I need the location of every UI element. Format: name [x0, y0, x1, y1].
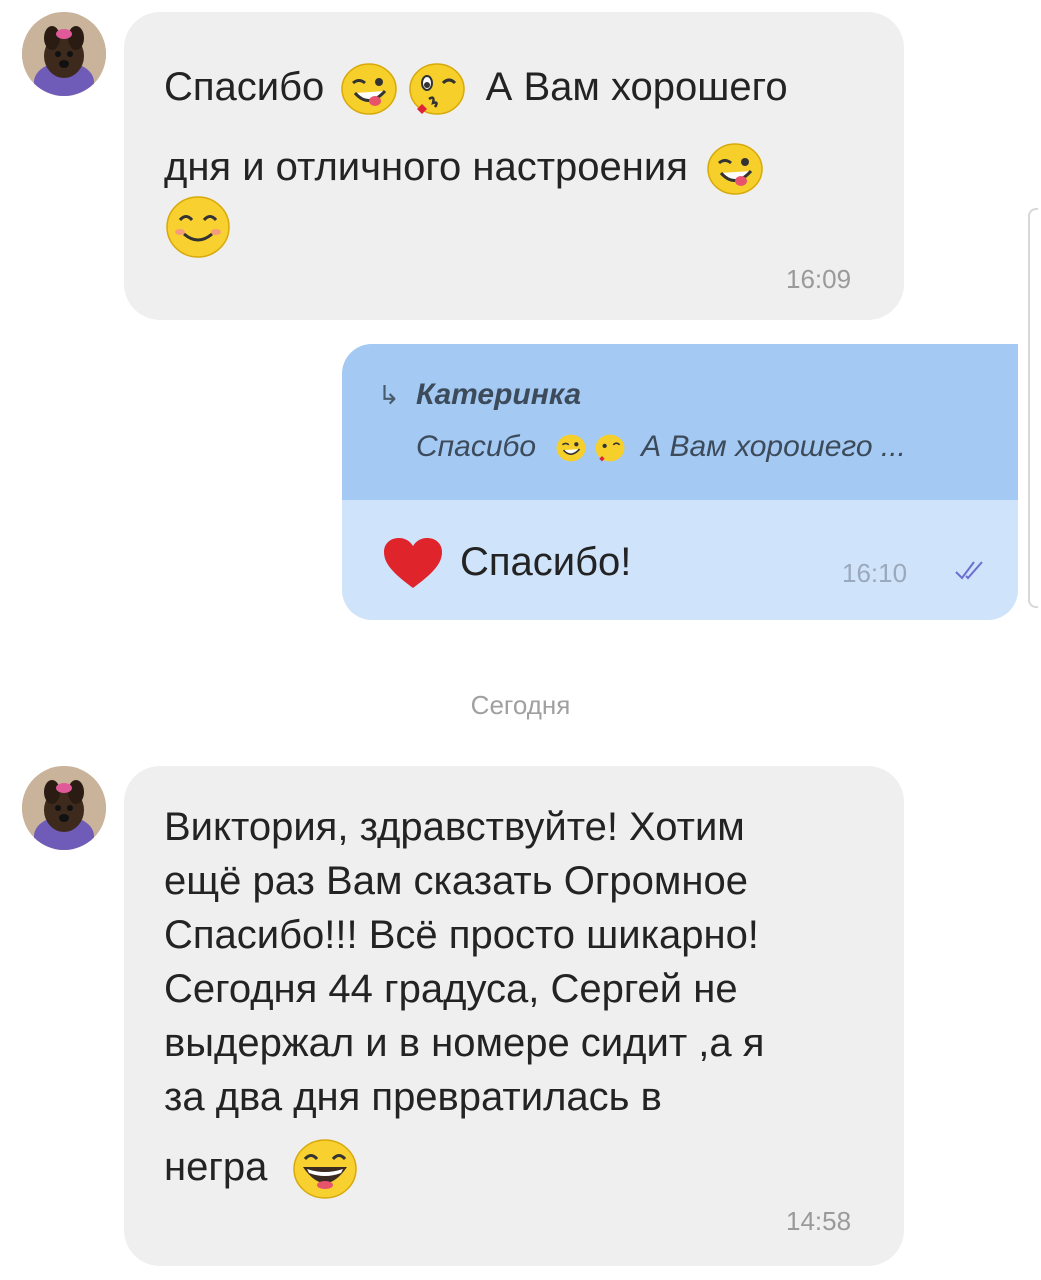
- laughing-face-emoji-icon: [292, 1139, 357, 1200]
- message-text-line: негра: [164, 1136, 357, 1200]
- dog-photo-avatar-icon: [22, 12, 106, 96]
- winking-tongue-face-emoji-icon: [341, 63, 398, 116]
- message-text-line: за два дня превратилась в: [164, 1075, 662, 1119]
- message-text-line: дня и отличного настроения: [164, 136, 763, 198]
- message-text-line: Спасибо!!! Всё просто шикарно!: [164, 913, 759, 957]
- message-text-part: дня и отличного настроения: [164, 145, 688, 189]
- reply-preview-text: А Вам хорошего ...: [641, 430, 906, 463]
- message-timestamp: 16:09: [786, 264, 852, 294]
- kissing-face-emoji-icon: [595, 434, 625, 462]
- kissing-face-emoji-icon: [408, 63, 465, 116]
- dog-photo-avatar-icon: [22, 766, 106, 850]
- quoted-reply[interactable]: ↳ Катеринка Спасибо А Вам хорошего ...: [342, 344, 1018, 500]
- reply-arrow-icon: ↳: [378, 380, 400, 410]
- message-timestamp: 14:58: [786, 1206, 852, 1236]
- double-check-icon: [954, 558, 986, 587]
- message-text-part: Спасибо: [164, 65, 325, 109]
- message-text-line: Виктория, здравствуйте! Хотим: [164, 805, 745, 849]
- sender-avatar[interactable]: [22, 766, 106, 850]
- sender-avatar[interactable]: [22, 12, 106, 96]
- message-text-line: Сегодня 44 градуса, Сергей не: [164, 967, 738, 1011]
- message-text: Спасибо А Вам хорошего: [164, 56, 788, 118]
- incoming-message-bubble[interactable]: Спасибо А Вам хорошего дня и отличного н…: [124, 12, 904, 320]
- incoming-message-bubble[interactable]: Виктория, здравствуйте! Хотим ещё раз Ва…: [124, 766, 904, 1266]
- message-text: Спасибо!: [460, 540, 632, 584]
- scroll-indicator[interactable]: [1028, 208, 1038, 608]
- winking-tongue-face-emoji-icon: [556, 434, 586, 462]
- winking-tongue-face-emoji-icon: [707, 143, 763, 196]
- reply-preview: Спасибо А Вам хорошего ...: [416, 430, 906, 464]
- message-text-line: выдержал и в номере сидит ,а я: [164, 1021, 765, 1065]
- reply-author: Катеринка: [416, 378, 582, 411]
- message-timestamp: 16:10: [842, 558, 908, 588]
- date-separator: Сегодня: [470, 690, 571, 720]
- message-text-part: негра: [164, 1145, 268, 1189]
- smiling-face-emoji-icon: [166, 196, 230, 263]
- chat-screen: Спасибо А Вам хорошего дня и отличного н…: [0, 0, 1041, 1280]
- reply-preview-text: Спасибо: [416, 430, 537, 463]
- message-text-part: А Вам хорошего: [485, 65, 788, 109]
- message-text-line: ещё раз Вам сказать Огромное: [164, 859, 748, 903]
- outgoing-message-bubble[interactable]: ↳ Катеринка Спасибо А Вам хорошего ... С…: [342, 344, 1018, 620]
- red-heart-icon: [384, 538, 442, 595]
